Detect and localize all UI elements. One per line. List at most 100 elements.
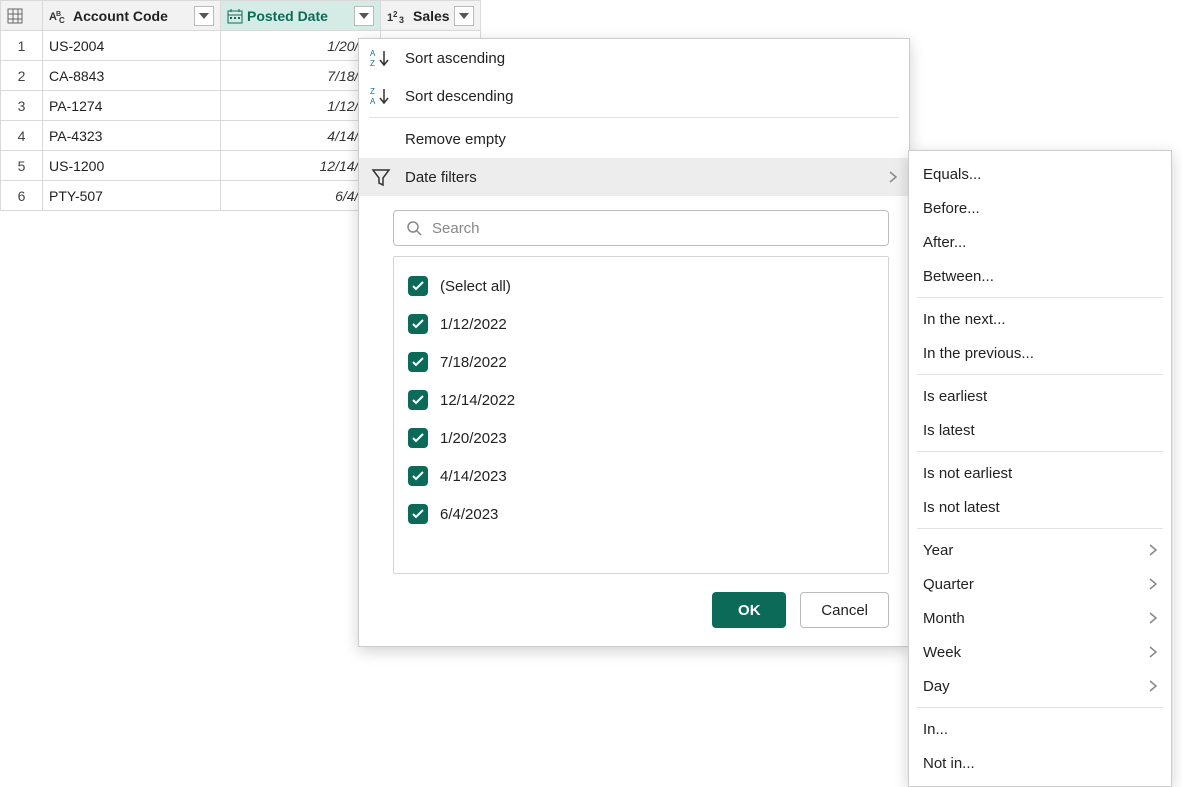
menu-label: Remove empty: [405, 131, 506, 148]
chevron-right-icon: [1149, 544, 1157, 556]
cell-posted[interactable]: 1/12/20: [221, 91, 381, 121]
menu-remove-empty[interactable]: Remove empty: [359, 120, 909, 158]
submenu-item[interactable]: Is not latest: [909, 490, 1171, 524]
chevron-down-icon: [459, 13, 469, 19]
submenu-item[interactable]: Week: [909, 635, 1171, 669]
checkbox-checked-icon: [408, 504, 428, 524]
submenu-item[interactable]: Is latest: [909, 413, 1171, 447]
filter-value-item[interactable]: 1/20/2023: [408, 419, 874, 457]
cell-account[interactable]: US-1200: [43, 151, 221, 181]
submenu-item[interactable]: Day: [909, 669, 1171, 703]
menu-label: Sort descending: [405, 88, 513, 105]
row-number[interactable]: 4: [1, 121, 43, 151]
submenu-label: Is earliest: [923, 388, 987, 405]
menu-sort-ascending[interactable]: A Z Sort ascending: [359, 39, 909, 77]
filter-select-all[interactable]: (Select all): [408, 267, 874, 305]
submenu-item[interactable]: In...: [909, 712, 1171, 746]
row-number[interactable]: 1: [1, 31, 43, 61]
submenu-item[interactable]: Year: [909, 533, 1171, 567]
filter-values-list: (Select all) 1/12/2022 7/18/2022 12/14/202…: [393, 256, 889, 574]
menu-label: Date filters: [405, 169, 477, 186]
filter-value-label: 4/14/2023: [440, 468, 507, 485]
menu-separator: [917, 451, 1163, 452]
menu-separator: [917, 707, 1163, 708]
submenu-item[interactable]: Is not earliest: [909, 456, 1171, 490]
filter-value-item[interactable]: 4/14/2023: [408, 457, 874, 495]
column-label: Sales: [413, 8, 450, 24]
cell-account[interactable]: CA-8843: [43, 61, 221, 91]
filter-value-item[interactable]: 1/12/2022: [408, 305, 874, 343]
date-filters-submenu: Equals... Before... After... Between... In t…: [908, 150, 1172, 787]
column-header-posted[interactable]: Posted Date: [221, 1, 381, 31]
submenu-item[interactable]: Not in...: [909, 746, 1171, 780]
row-number[interactable]: 2: [1, 61, 43, 91]
ok-button[interactable]: OK: [712, 592, 786, 628]
chevron-right-icon: [1149, 612, 1157, 624]
column-header-sales[interactable]: 1 2 3 Sales: [381, 1, 481, 31]
submenu-label: Quarter: [923, 576, 974, 593]
cell-posted[interactable]: 1/20/20: [221, 31, 381, 61]
submenu-label: Year: [923, 542, 953, 559]
submenu-label: Not in...: [923, 755, 975, 772]
row-number[interactable]: 6: [1, 181, 43, 211]
cell-posted[interactable]: 4/14/20: [221, 121, 381, 151]
filter-value-item[interactable]: 7/18/2022: [408, 343, 874, 381]
cell-account[interactable]: PTY-507: [43, 181, 221, 211]
submenu-label: Is latest: [923, 422, 975, 439]
svg-text:A: A: [370, 49, 376, 58]
row-number[interactable]: 3: [1, 91, 43, 121]
submenu-item[interactable]: Between...: [909, 259, 1171, 293]
svg-text:Z: Z: [370, 87, 375, 96]
submenu-label: In the previous...: [923, 345, 1034, 362]
text-type-icon: A B C: [49, 8, 69, 24]
filter-value-label: 12/14/2022: [440, 392, 515, 409]
checkbox-checked-icon: [408, 466, 428, 486]
search-icon: [406, 220, 422, 236]
checkbox-checked-icon: [408, 390, 428, 410]
column-dropdown-button[interactable]: [194, 6, 214, 26]
column-label: Account Code: [73, 8, 190, 24]
number-type-icon: 1 2 3: [387, 8, 409, 24]
menu-date-filters[interactable]: Date filters: [359, 158, 909, 196]
chevron-right-icon: [1149, 646, 1157, 658]
submenu-label: Between...: [923, 268, 994, 285]
column-header-account[interactable]: A B C Account Code: [43, 1, 221, 31]
svg-text:A: A: [370, 97, 376, 106]
submenu-item[interactable]: Before...: [909, 191, 1171, 225]
cell-posted[interactable]: 6/4/20: [221, 181, 381, 211]
submenu-label: Is not latest: [923, 499, 1000, 516]
table-icon: [7, 8, 23, 24]
filter-value-item[interactable]: 6/4/2023: [408, 495, 874, 533]
checkbox-checked-icon: [408, 276, 428, 296]
filter-value-label: 7/18/2022: [440, 354, 507, 371]
cell-account[interactable]: PA-4323: [43, 121, 221, 151]
svg-text:3: 3: [399, 15, 404, 24]
submenu-item[interactable]: Month: [909, 601, 1171, 635]
grid-corner[interactable]: [1, 1, 43, 31]
cell-posted[interactable]: 12/14/20: [221, 151, 381, 181]
cell-posted[interactable]: 7/18/20: [221, 61, 381, 91]
submenu-item[interactable]: After...: [909, 225, 1171, 259]
filter-value-item[interactable]: 12/14/2022: [408, 381, 874, 419]
menu-label: Sort ascending: [405, 50, 505, 67]
column-dropdown-button[interactable]: [454, 6, 474, 26]
cell-account[interactable]: PA-1274: [43, 91, 221, 121]
submenu-item[interactable]: In the next...: [909, 302, 1171, 336]
submenu-label: Day: [923, 678, 950, 695]
filter-search-box[interactable]: [393, 210, 889, 246]
date-type-icon: [227, 8, 243, 24]
cell-account[interactable]: US-2004: [43, 31, 221, 61]
submenu-item[interactable]: Quarter: [909, 567, 1171, 601]
submenu-item[interactable]: Is earliest: [909, 379, 1171, 413]
menu-separator: [917, 374, 1163, 375]
menu-sort-descending[interactable]: Z A Sort descending: [359, 77, 909, 115]
menu-separator: [369, 117, 899, 118]
submenu-label: Before...: [923, 200, 980, 217]
svg-text:C: C: [59, 16, 65, 24]
row-number[interactable]: 5: [1, 151, 43, 181]
column-dropdown-button[interactable]: [354, 6, 374, 26]
filter-search-input[interactable]: [430, 219, 876, 238]
submenu-item[interactable]: In the previous...: [909, 336, 1171, 370]
submenu-item[interactable]: Equals...: [909, 157, 1171, 191]
cancel-button[interactable]: Cancel: [800, 592, 889, 628]
